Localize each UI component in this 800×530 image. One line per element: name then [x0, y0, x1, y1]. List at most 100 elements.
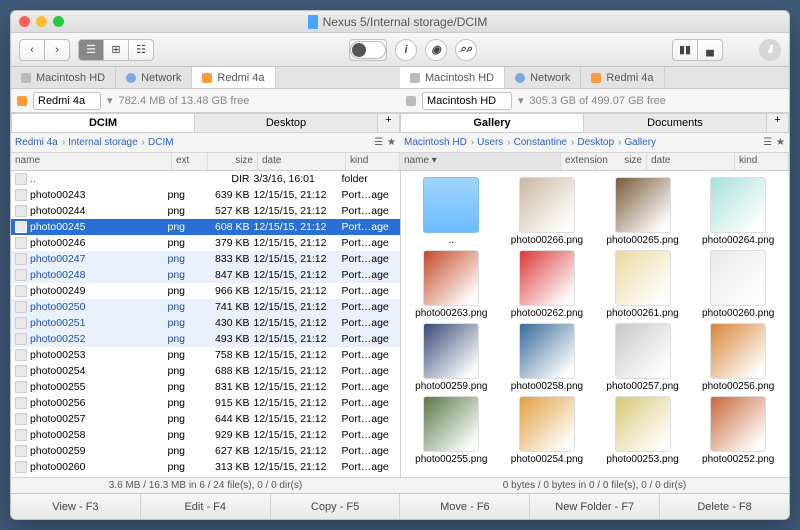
- search-button[interactable]: ⌕⌕: [455, 39, 477, 61]
- column-header-size[interactable]: size: [208, 153, 258, 170]
- add-tab-button[interactable]: +: [378, 113, 400, 133]
- parent-dir-row[interactable]: ..DIR3/3/16, 16:01folder: [11, 171, 400, 187]
- file-row[interactable]: photo00260png313 KB12/15/15, 21:12Port…a…: [11, 459, 400, 475]
- column-header-name[interactable]: name ▾: [400, 153, 561, 170]
- column-header-extension[interactable]: extension: [561, 153, 597, 170]
- column-header-date[interactable]: date: [258, 153, 346, 170]
- file-row[interactable]: photo00243png639 KB12/15/15, 21:12Port…a…: [11, 187, 400, 203]
- hidden-toggle[interactable]: [349, 39, 387, 61]
- file-thumb[interactable]: photo00252.png: [691, 396, 785, 465]
- preview-button[interactable]: ◉: [425, 39, 447, 61]
- fkey-button[interactable]: Delete - F8: [660, 494, 789, 519]
- minimize-icon[interactable]: [36, 16, 47, 27]
- file-row[interactable]: photo00244png527 KB12/15/15, 21:12Port…a…: [11, 203, 400, 219]
- file-thumb[interactable]: photo00265.png: [596, 177, 690, 246]
- file-list-left[interactable]: ..DIR3/3/16, 16:01folderphoto00243png639…: [11, 171, 400, 477]
- file-thumb[interactable]: photo00256.png: [691, 323, 785, 392]
- device-tab-macintosh-hd[interactable]: Macintosh HD: [400, 67, 505, 88]
- breadcrumb[interactable]: ›Constantine: [507, 137, 567, 148]
- breadcrumb[interactable]: Redmi 4a: [15, 137, 58, 148]
- breadcrumb[interactable]: ›Desktop: [571, 137, 614, 148]
- folder-tab[interactable]: Gallery: [400, 113, 584, 133]
- fkey-button[interactable]: New Folder - F7: [530, 494, 660, 519]
- column-header-ext[interactable]: ext: [172, 153, 208, 170]
- file-ext: png: [168, 189, 204, 201]
- folder-tab[interactable]: Documents: [584, 113, 767, 133]
- file-row[interactable]: photo00250png741 KB12/15/15, 21:12Port…a…: [11, 299, 400, 315]
- file-thumb[interactable]: photo00258.png: [500, 323, 594, 392]
- file-row[interactable]: photo00246png379 KB12/15/15, 21:12Port…a…: [11, 235, 400, 251]
- list-icon[interactable]: ☰: [763, 137, 772, 148]
- column-header-name[interactable]: name: [11, 153, 172, 170]
- file-row[interactable]: photo00255png831 KB12/15/15, 21:12Port…a…: [11, 379, 400, 395]
- device-tab-redmi-4a[interactable]: Redmi 4a: [581, 67, 664, 88]
- breadcrumb[interactable]: ›DCIM: [142, 137, 174, 148]
- file-row[interactable]: photo00254png688 KB12/15/15, 21:12Port…a…: [11, 363, 400, 379]
- file-row[interactable]: photo00253png758 KB12/15/15, 21:12Port…a…: [11, 347, 400, 363]
- column-header-date[interactable]: date: [647, 153, 735, 170]
- fkey-button[interactable]: Copy - F5: [271, 494, 401, 519]
- chevron-right-icon: ›: [62, 137, 65, 148]
- forward-button[interactable]: ›: [44, 39, 70, 61]
- file-row[interactable]: photo00257png644 KB12/15/15, 21:12Port…a…: [11, 411, 400, 427]
- file-row[interactable]: photo00245png608 KB12/15/15, 21:12Port…a…: [11, 219, 400, 235]
- phone-icon: [17, 96, 27, 106]
- file-kind: Port…age: [342, 317, 396, 329]
- eject-button[interactable]: ⬇: [759, 39, 781, 61]
- back-button[interactable]: ‹: [19, 39, 45, 61]
- fkey-button[interactable]: Edit - F4: [141, 494, 271, 519]
- file-row[interactable]: photo00256png915 KB12/15/15, 21:12Port…a…: [11, 395, 400, 411]
- file-row[interactable]: photo00251png430 KB12/15/15, 21:12Port…a…: [11, 315, 400, 331]
- breadcrumb[interactable]: ›Users: [471, 137, 503, 148]
- file-thumb[interactable]: photo00260.png: [691, 250, 785, 319]
- file-thumb[interactable]: photo00266.png: [500, 177, 594, 246]
- star-icon[interactable]: ★: [776, 137, 785, 148]
- list-view-button[interactable]: ☰: [78, 39, 104, 61]
- device-tab-network[interactable]: Network: [116, 67, 192, 88]
- column-header-kind[interactable]: kind: [735, 153, 789, 170]
- file-icon: [15, 221, 27, 233]
- folder-tab[interactable]: DCIM: [11, 113, 195, 133]
- zoom-icon[interactable]: [53, 16, 64, 27]
- breadcrumb[interactable]: ›Gallery: [618, 137, 656, 148]
- fkey-button[interactable]: View - F3: [11, 494, 141, 519]
- file-thumb[interactable]: photo00261.png: [596, 250, 690, 319]
- file-thumb[interactable]: photo00254.png: [500, 396, 594, 465]
- dual-pane-button[interactable]: ▮▮: [672, 39, 698, 61]
- folder-tab[interactable]: Desktop: [195, 113, 378, 133]
- close-icon[interactable]: [19, 16, 30, 27]
- device-tab-macintosh-hd[interactable]: Macintosh HD: [11, 67, 116, 88]
- icon-view-button[interactable]: ⊞: [103, 39, 129, 61]
- icon-grid-right[interactable]: ..photo00266.pngphoto00265.pngphoto00264…: [401, 171, 790, 477]
- file-row[interactable]: photo00249png966 KB12/15/15, 21:12Port…a…: [11, 283, 400, 299]
- breadcrumb[interactable]: ›Internal storage: [62, 137, 138, 148]
- file-row[interactable]: photo00258png929 KB12/15/15, 21:12Port…a…: [11, 427, 400, 443]
- thumbnail-image: [423, 396, 479, 452]
- file-row[interactable]: photo00259png627 KB12/15/15, 21:12Port…a…: [11, 443, 400, 459]
- add-tab-button[interactable]: +: [767, 113, 789, 133]
- info-button[interactable]: i: [395, 39, 417, 61]
- fkey-button[interactable]: Move - F6: [400, 494, 530, 519]
- file-thumb[interactable]: photo00257.png: [596, 323, 690, 392]
- file-row[interactable]: photo00252png493 KB12/15/15, 21:12Port…a…: [11, 331, 400, 347]
- column-header-kind[interactable]: kind: [346, 153, 400, 170]
- file-thumb[interactable]: photo00255.png: [405, 396, 499, 465]
- terminal-button[interactable]: ▄: [697, 39, 723, 61]
- parent-folder-thumb[interactable]: ..: [405, 177, 499, 246]
- file-row[interactable]: photo00248png847 KB12/15/15, 21:12Port…a…: [11, 267, 400, 283]
- list-icon[interactable]: ☰: [374, 137, 383, 148]
- drive-select-right[interactable]: Macintosh HD: [422, 92, 512, 110]
- star-icon[interactable]: ★: [387, 137, 396, 148]
- file-thumb[interactable]: photo00262.png: [500, 250, 594, 319]
- column-view-button[interactable]: ☷: [128, 39, 154, 61]
- device-tab-redmi-4a[interactable]: Redmi 4a: [192, 67, 275, 88]
- file-thumb[interactable]: photo00264.png: [691, 177, 785, 246]
- file-thumb[interactable]: photo00263.png: [405, 250, 499, 319]
- file-thumb[interactable]: photo00253.png: [596, 396, 690, 465]
- drive-select-left[interactable]: Redmi 4a: [33, 92, 101, 110]
- file-row[interactable]: photo00247png833 KB12/15/15, 21:12Port…a…: [11, 251, 400, 267]
- breadcrumb[interactable]: Macintosh HD: [404, 137, 467, 148]
- column-header-size[interactable]: size: [597, 153, 647, 170]
- device-tab-network[interactable]: Network: [505, 67, 581, 88]
- file-thumb[interactable]: photo00259.png: [405, 323, 499, 392]
